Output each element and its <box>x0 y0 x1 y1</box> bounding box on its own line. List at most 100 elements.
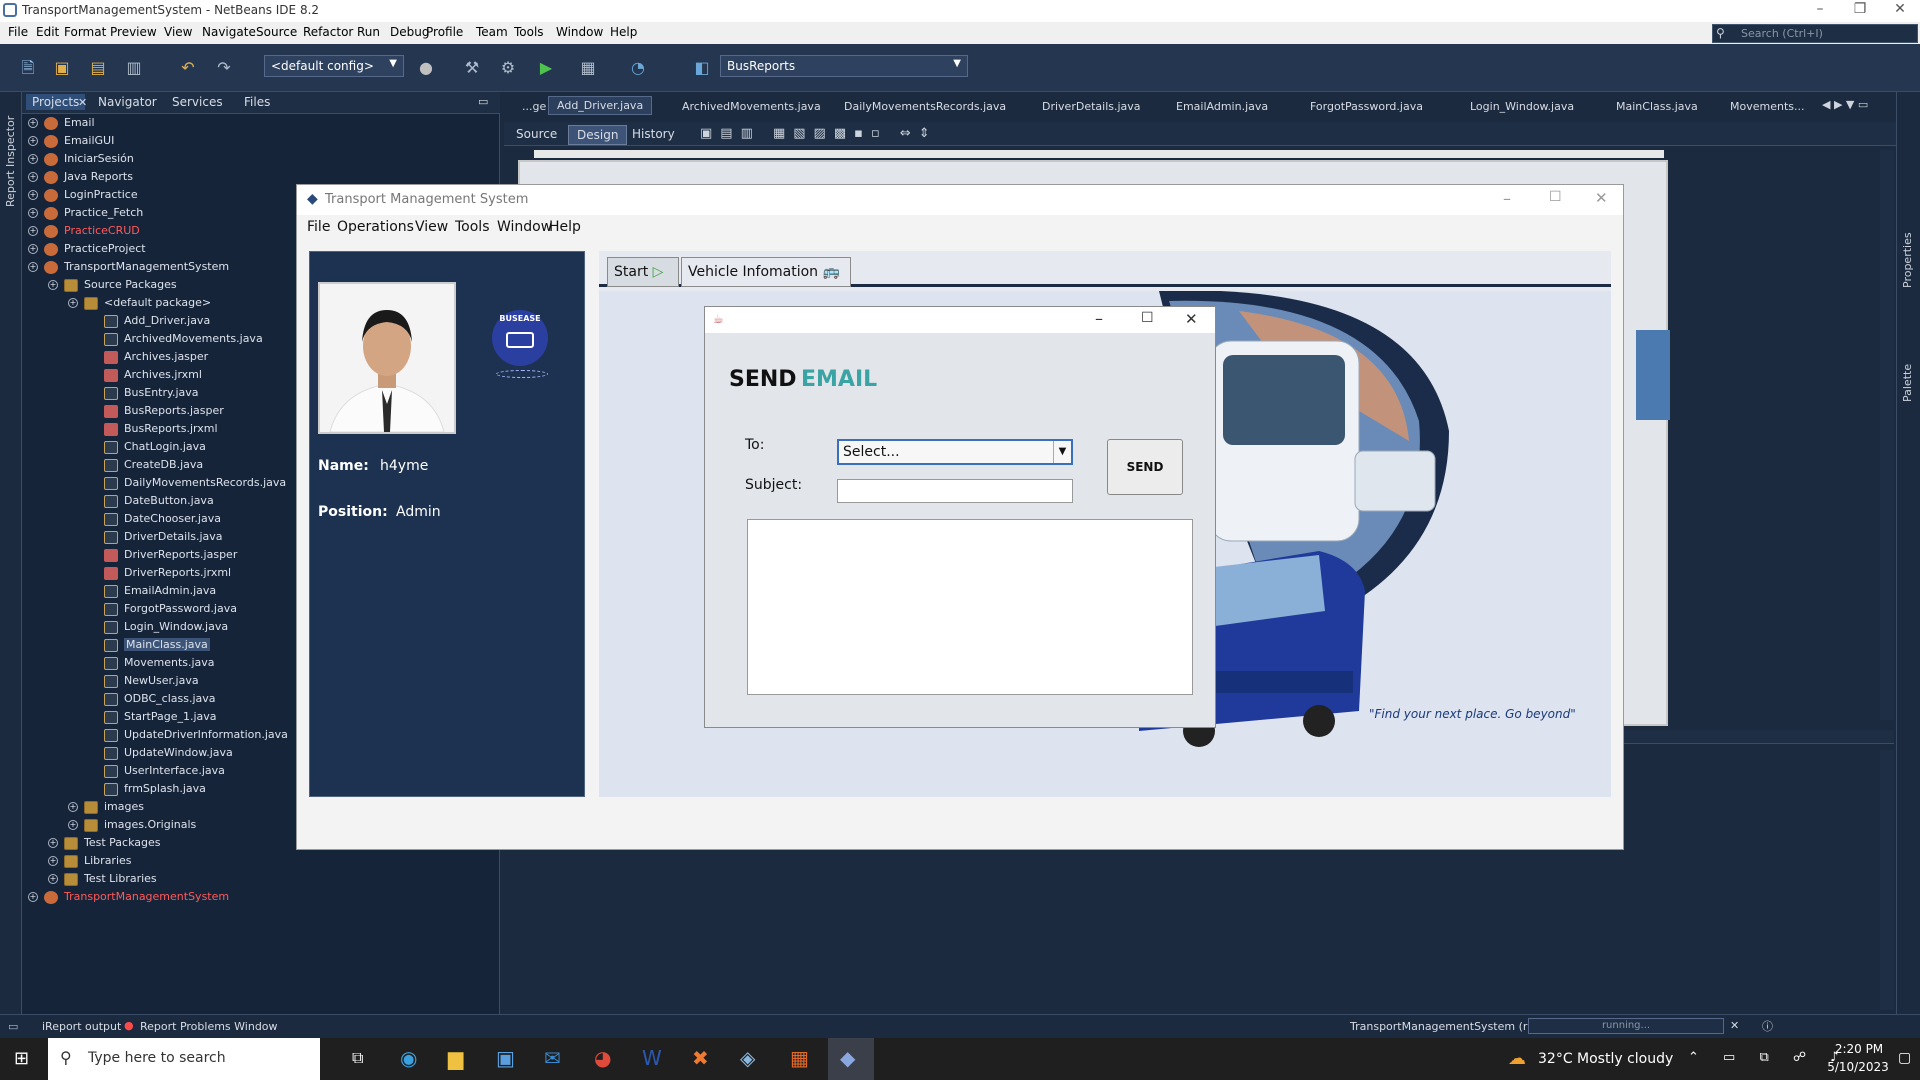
restore-icon[interactable]: ❐ <box>1840 1 1880 17</box>
menu-tools[interactable]: Tools <box>514 25 544 39</box>
expand-toggle-icon[interactable]: + <box>28 892 38 902</box>
tree-node[interactable]: NewUser.java <box>88 674 199 692</box>
app-menu-help[interactable]: Help <box>549 219 581 235</box>
tree-node[interactable]: ForgotPassword.java <box>88 602 237 620</box>
expand-toggle-icon[interactable]: + <box>28 118 38 128</box>
tree-node[interactable]: DriverDetails.java <box>88 530 223 548</box>
tree-node[interactable]: frmSplash.java <box>88 782 206 800</box>
expand-toggle-icon[interactable]: + <box>28 136 38 146</box>
tree-node[interactable]: + Test Packages <box>48 836 160 854</box>
report-select[interactable]: BusReports ▼ <box>720 55 968 77</box>
menu-help[interactable]: Help <box>610 25 637 39</box>
menu-source[interactable]: Source <box>256 25 297 39</box>
windows-start-icon[interactable]: ⊞ <box>14 1048 29 1069</box>
store-icon[interactable]: ▣ <box>496 1046 515 1070</box>
editor-tab[interactable]: Add_Driver.java <box>548 96 653 115</box>
design-toolbar-icons[interactable]: ▣▤▥ ▦▧▨▩▪▫ ⇔⇕ <box>700 126 938 141</box>
expand-toggle-icon[interactable]: + <box>28 208 38 218</box>
close-icon[interactable]: ✕ <box>1185 310 1198 328</box>
tree-node[interactable]: + Libraries <box>48 854 132 872</box>
tree-node[interactable]: + Source Packages <box>48 278 177 296</box>
new-project-icon[interactable]: ▣ <box>50 56 74 80</box>
tab-files[interactable]: Files <box>244 95 270 109</box>
editor-tab[interactable]: DriverDetails.java <box>1042 100 1141 113</box>
subject-input[interactable] <box>837 479 1073 503</box>
menu-format[interactable]: Format <box>64 25 106 39</box>
tree-node[interactable]: UserInterface.java <box>88 764 225 782</box>
edge-icon[interactable]: ◉ <box>400 1046 417 1070</box>
notification-icon[interactable]: ⓘ <box>1762 1018 1773 1034</box>
tab-services[interactable]: Services <box>172 95 223 109</box>
tree-node[interactable]: ODBC_class.java <box>88 692 216 710</box>
menu-run[interactable]: Run <box>357 25 380 39</box>
word-icon[interactable]: W <box>642 1046 662 1070</box>
tree-node[interactable]: + <default package> <box>68 296 211 314</box>
save-all-icon[interactable]: ▥ <box>122 56 146 80</box>
tree-node[interactable]: BusReports.jrxml <box>88 422 218 440</box>
task-view-icon[interactable]: ⧉ <box>352 1048 363 1068</box>
app-menu-window[interactable]: Window <box>497 219 552 235</box>
profile-icon[interactable]: ◔ <box>626 56 650 80</box>
winrar-icon[interactable]: ▦ <box>790 1046 809 1070</box>
tab-navigator[interactable]: Navigator <box>98 95 157 109</box>
tree-node[interactable]: + PracticeProject <box>28 242 146 260</box>
tree-node[interactable]: BusReports.jasper <box>88 404 224 422</box>
maximize-icon[interactable]: ☐ <box>1549 189 1562 205</box>
ireport-output-tab[interactable]: iReport output <box>42 1020 121 1033</box>
tree-node[interactable]: Add_Driver.java <box>88 314 210 332</box>
tab-history[interactable]: History <box>624 125 683 143</box>
tree-node[interactable]: + TransportManagementSystem <box>28 890 229 908</box>
redo-icon[interactable]: ↷ <box>212 56 236 80</box>
tree-node[interactable]: + Java Reports <box>28 170 133 188</box>
app-menu-tools[interactable]: Tools <box>455 219 490 235</box>
expand-toggle-icon[interactable]: + <box>48 280 58 290</box>
close-icon[interactable]: ✕ <box>1595 189 1608 207</box>
maximize-icon[interactable]: ☐ <box>1141 310 1154 326</box>
editor-tab[interactable]: ...ge <box>522 100 546 113</box>
tree-node[interactable]: + images <box>68 800 144 818</box>
tab-design[interactable]: Design <box>568 125 628 145</box>
tree-node[interactable]: + Email <box>28 116 95 134</box>
minimize-panel-icon[interactable]: ▭ <box>478 95 488 108</box>
tree-node[interactable]: StartPage_1.java <box>88 710 217 728</box>
undo-icon[interactable]: ↶ <box>176 56 200 80</box>
tree-node[interactable]: DateButton.java <box>88 494 214 512</box>
editor-tab[interactable]: DailyMovementsRecords.java <box>844 100 1006 113</box>
palette-label[interactable]: Palette <box>1901 364 1914 402</box>
mail-icon[interactable]: ✉ <box>544 1046 561 1070</box>
menu-preview[interactable]: Preview <box>110 25 157 39</box>
expand-toggle-icon[interactable]: + <box>48 856 58 866</box>
new-file-icon[interactable]: 🗎 <box>16 56 40 80</box>
tree-node[interactable]: EmailAdmin.java <box>88 584 216 602</box>
ide-search-input[interactable]: Search (Ctrl+I) <box>1712 24 1918 43</box>
minimize-icon[interactable]: – <box>1800 1 1840 17</box>
tree-node[interactable]: + PracticeCRUD <box>28 224 140 242</box>
config-select[interactable]: <default config> ▼ <box>264 55 404 77</box>
tree-node[interactable]: DateChooser.java <box>88 512 221 530</box>
editor-tab[interactable]: Movements... <box>1730 100 1805 113</box>
close-icon[interactable]: ✕ <box>78 96 87 109</box>
tree-node[interactable]: Movements.java <box>88 656 215 674</box>
tree-node[interactable]: + IniciarSesión <box>28 152 134 170</box>
menu-team[interactable]: Team <box>476 25 508 39</box>
report-problems-tab[interactable]: Report Problems Window <box>140 1020 278 1033</box>
tab-scroll-icons[interactable]: ◀ ▶ ▼ ▭ <box>1822 98 1868 111</box>
menu-window[interactable]: Window <box>556 25 603 39</box>
tab-projects[interactable]: Projects <box>26 94 86 110</box>
tree-node[interactable]: DailyMovementsRecords.java <box>88 476 286 494</box>
netbeans-taskbar-item[interactable]: ◆ <box>828 1038 874 1080</box>
file-explorer-icon[interactable]: ▆ <box>448 1046 463 1070</box>
minimize-icon[interactable]: – <box>1095 309 1103 328</box>
editor-tab[interactable]: ForgotPassword.java <box>1310 100 1423 113</box>
expand-toggle-icon[interactable]: + <box>68 820 78 830</box>
menu-profile[interactable]: Profile <box>426 25 463 39</box>
tab-vehicle-information[interactable]: Vehicle Infomation 🚌 <box>681 257 851 287</box>
app-menu-operations[interactable]: Operations <box>337 219 414 235</box>
tree-node[interactable]: UpdateDriverInformation.java <box>88 728 288 746</box>
open-project-icon[interactable]: ▤ <box>86 56 110 80</box>
taskbar-search[interactable]: ⚲ Type here to search <box>48 1038 320 1080</box>
weather-text[interactable]: 32°C Mostly cloudy <box>1538 1051 1673 1067</box>
expand-toggle-icon[interactable]: + <box>28 190 38 200</box>
tree-node[interactable]: + EmailGUI <box>28 134 114 152</box>
notifications-icon[interactable]: ▢ <box>1898 1050 1911 1066</box>
